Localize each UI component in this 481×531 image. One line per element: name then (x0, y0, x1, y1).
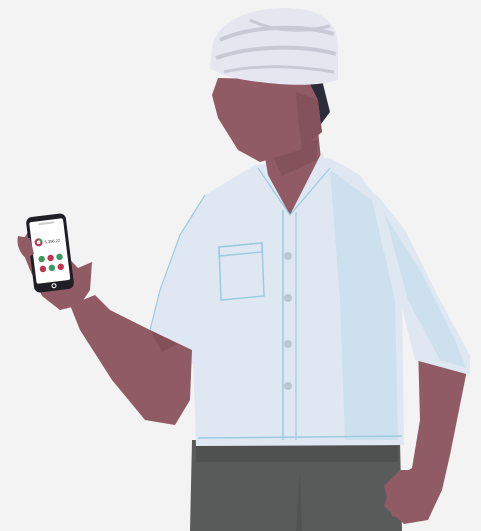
illustration: 6,396.22 (0, 0, 481, 531)
shirt-button (284, 252, 292, 260)
shirt-button (284, 340, 292, 348)
trousers (190, 440, 402, 531)
shirt-button (284, 294, 292, 302)
shirt-button (284, 382, 292, 390)
